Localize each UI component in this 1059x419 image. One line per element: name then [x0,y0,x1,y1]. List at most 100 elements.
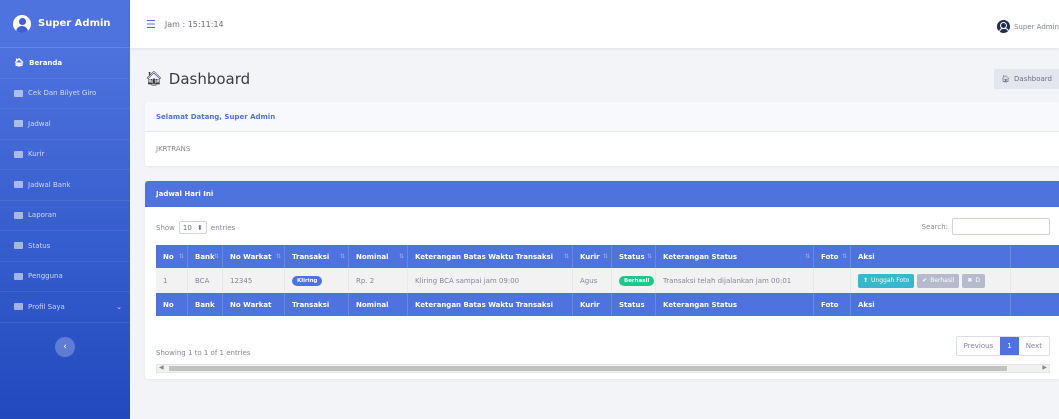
home-icon: 🏠︎ [145,71,163,87]
entries-select[interactable]: 10 ⬍ [178,221,207,234]
breadcrumb[interactable]: 🏠︎ Dashboard [994,69,1059,89]
scroll-right-icon[interactable]: ▶ [1042,364,1047,371]
pagination: Previous 1 Next [955,336,1050,356]
pagination-next[interactable]: Next [1018,337,1049,355]
sidebar-item-profil-saya[interactable]: Profil Saya ⌄ [0,292,130,323]
user-icon [14,303,23,311]
sidebar-item-jadwal[interactable]: Jadwal [0,109,130,140]
brand-title: Super Admin [38,18,111,29]
page-title: 🏠︎ Dashboard [145,70,250,88]
delete-button[interactable]: ✖ D [962,273,985,288]
scroll-left-icon[interactable]: ◀ [159,364,164,371]
column-header-no[interactable]: No ⇅ [156,245,188,268]
footer-bank: Bank [188,293,223,316]
sidebar-item-jadwal-bank[interactable]: Jadwal Bank [0,170,130,201]
footer-transaksi: Transaksi [285,293,349,316]
column-header-kurir[interactable]: Kurir ⇅ [573,245,612,268]
cell-keterangan-status: Transaksi telah dijalankan jam 00:01 [656,268,814,293]
sidebar-item-cek-dan-bilyet-giro[interactable]: Cek Dan Bilyet Giro [0,79,130,109]
report-icon [14,211,23,219]
jadwal-card: Jadwal Hari Ini Show 10 ⬍ entries Search… [145,181,1059,379]
column-header-batas-waktu[interactable]: Keterangan Batas Waktu Transaksi ⇅ [408,245,573,268]
search-label: Search: [921,222,948,231]
list-icon [14,120,23,128]
cell-no: 1 [156,268,188,293]
upload-photo-button[interactable]: ⬆︎ Unggah Foto [858,273,915,288]
sidebar-brand[interactable]: Super Admin [0,0,130,48]
sidebar-item-laporan[interactable]: Laporan [0,201,130,231]
table-header-row: No ⇅ Bank ⇅ No Warkat ⇅ Transaksi ⇅ Nominal ⇅… [156,245,1059,268]
entries-select-value: 10 [182,223,192,232]
column-header-transaksi[interactable]: Transaksi ⇅ [285,245,349,268]
upload-icon: ⬆︎ [863,277,869,284]
pagination-page-1[interactable]: 1 [1000,337,1019,355]
pagination-previous[interactable]: Previous [956,337,1001,355]
welcome-heading: Selamat Datang, Super Admin [145,102,1059,132]
sidebar-item-label: Beranda [29,58,63,67]
chevron-left-icon: ‹ [63,341,67,352]
column-header-no-warkat[interactable]: No Warkat ⇅ [223,245,285,268]
sidebar: Super Admin 🏠︎ Beranda Cek Dan Bilyet Gi… [0,0,130,419]
sort-icon: ⇅ [339,253,345,260]
user-dropdown[interactable]: Super Admin [996,20,1059,33]
sidebar-toggle-button[interactable]: ‹ [55,336,75,357]
footer-aksi: Aksi [851,293,1011,316]
column-header-status[interactable]: Status ⇅ [612,245,656,268]
page-title-text: Dashboard [168,70,251,88]
sort-arrows-icon: ⬍ [197,223,203,232]
sort-icon: ⇅ [602,253,608,260]
footer-no: No [156,293,188,316]
menu-icon[interactable]: ☰ [146,18,156,31]
clock-text: Jam : 15:11:14 [164,19,224,29]
home-icon: 🏠︎ [1001,75,1011,83]
cell-aksi: ⬆︎ Unggah Foto ✔ Berhasil ✖ D [851,268,1011,293]
cell-transaksi: Kliring [285,268,349,293]
sidebar-item-pengguna[interactable]: Pengguna [0,262,130,292]
jadwal-table: No ⇅ Bank ⇅ No Warkat ⇅ Transaksi ⇅ Nominal ⇅… [156,245,1059,337]
column-header-bank[interactable]: Bank ⇅ [188,245,223,268]
cell-nominal: Rp. 2 [349,268,408,293]
sidebar-item-label: Pengguna [28,272,63,281]
search-input[interactable] [952,218,1050,235]
sidebar-item-kurir[interactable]: Kurir [0,140,130,170]
sidebar-item-status[interactable]: Status [0,231,130,262]
sidebar-item-label: Cek Dan Bilyet Giro [28,89,97,98]
column-header-foto[interactable]: Foto ⇅ [814,245,851,268]
home-icon: 🏠︎ [14,58,25,68]
table-info: Showing 1 to 1 of 1 entries [156,349,251,357]
scrollbar-thumb[interactable] [169,366,1007,371]
users-icon [14,272,23,280]
cell-no-warkat: 12345 [223,268,285,293]
column-header-keterangan-status[interactable]: Keterangan Status ⇅ [656,245,814,268]
sidebar-item-label: Jadwal [28,119,51,128]
column-header-nominal[interactable]: Nominal ⇅ [349,245,408,268]
close-icon: ✖ [967,277,973,284]
truck-icon [14,150,23,158]
welcome-card: Selamat Datang, Super Admin JKRTRANS [145,102,1059,166]
mark-success-button[interactable]: ✔ Berhasil [917,273,960,288]
sort-icon: ⇅ [178,253,184,260]
sidebar-item-beranda[interactable]: 🏠︎ Beranda [0,48,130,79]
footer-kurir: Kurir [573,293,612,316]
cell-status: Berhasil [612,268,656,293]
sort-icon: ⇅ [213,253,219,260]
status-badge: Berhasil [619,275,655,286]
column-header-aksi[interactable]: Aksi [851,245,1011,268]
check-icon: ✔ [922,277,928,284]
main-content: 🏠︎ Dashboard 🏠︎ Dashboard Selamat Datang… [145,48,1059,379]
sidebar-item-label: Profil Saya [28,302,65,311]
breadcrumb-item: Dashboard [1014,75,1052,83]
welcome-body: JKRTRANS [156,145,191,153]
sort-icon: ⇅ [841,253,847,260]
cell-batas-waktu: Kliring BCA sampai jam 09:00 [408,268,573,293]
cell-kurir: Agus [573,268,612,293]
table-search: Search: [922,218,1050,235]
show-label: Show [156,223,175,232]
jadwal-body: Show 10 ⬍ entries Search: No ⇅ Bank ⇅ No W… [145,207,1059,379]
sort-icon: ⇅ [646,253,652,260]
footer-keterangan-status: Keterangan Status [656,293,814,316]
table-footer-row: No Bank No Warkat Transaksi Nominal Kete… [156,293,1059,316]
sort-icon: ⇅ [804,253,810,260]
sidebar-item-label: Laporan [28,211,57,220]
horizontal-scrollbar[interactable]: ◀ ▶ [156,364,1050,373]
